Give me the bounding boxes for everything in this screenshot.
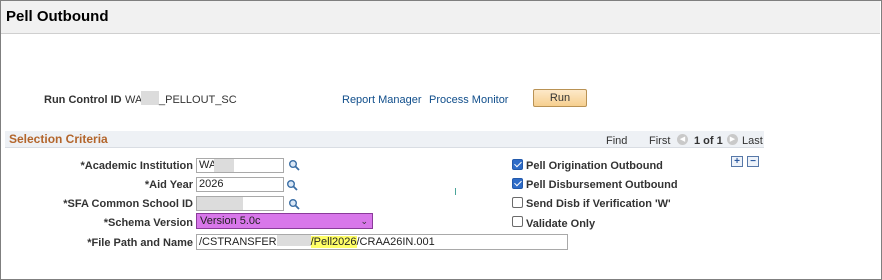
academic-institution-input[interactable]: WA [196,158,284,173]
chevron-left-icon[interactable]: ◀ [677,134,688,145]
section-title: Selection Criteria [9,132,108,146]
redacted-block [214,159,234,172]
aid-year-label: *Aid Year [144,179,193,191]
title-bar: Pell Outbound [1,1,880,34]
delete-row-button[interactable]: − [747,156,759,167]
run-control-label: Run Control ID [44,94,122,106]
redacted-block [276,235,311,246]
checkbox-validate-only[interactable] [512,216,523,227]
run-control-value-suffix: _PELLOUT_SC [159,94,237,106]
school-id-label: *SFA Common School ID [63,198,193,210]
file-path-input[interactable]: /CSTRANSFER/Pell2026/CRAA26IN.001 [196,234,568,250]
page-title: Pell Outbound [6,8,109,25]
search-icon[interactable] [288,159,300,171]
chevron-right-icon[interactable]: ▶ [727,134,738,145]
aid-year-value: 2026 [199,178,224,190]
checkbox-send-disb[interactable] [512,197,523,208]
aid-year-input[interactable]: 2026 [196,177,284,192]
checkbox-pell-disbursement[interactable] [512,178,523,189]
checkbox-validate-only-label: Validate Only [526,218,596,230]
process-monitor-link[interactable]: Process Monitor [429,94,508,106]
cursor-mark [455,188,456,195]
search-icon[interactable] [288,198,300,210]
pager-count: 1 of 1 [694,135,723,147]
schema-version-value: Version 5.0c [200,215,261,227]
redacted-block [141,91,159,105]
checkbox-pell-disbursement-label: Pell Disbursement Outbound [526,179,678,191]
search-icon[interactable] [286,179,298,191]
chevron-down-icon: ⌄ [360,216,368,226]
checkbox-pell-origination-label: Pell Origination Outbound [526,160,663,172]
redacted-block [197,197,243,210]
last-label[interactable]: Last [742,135,763,147]
file-path-year-highlight: /Pell2026 [310,236,357,248]
run-button[interactable]: Run [533,89,587,107]
first-label[interactable]: First [649,135,670,147]
file-path-part1: /CSTRANSFER [199,236,277,248]
file-path-label: *File Path and Name [87,237,193,249]
add-row-button[interactable]: + [731,156,743,167]
run-control-value-prefix: WA [125,94,143,106]
selection-criteria-header: Selection Criteria Find First ◀ 1 of 1 ▶… [5,131,764,148]
schema-version-label: *Schema Version [103,217,193,229]
schema-version-select[interactable]: Version 5.0c ⌄ [196,213,373,229]
academic-institution-label: *Academic Institution [80,160,193,172]
checkbox-pell-origination[interactable] [512,159,523,170]
find-link[interactable]: Find [606,135,627,147]
checkbox-send-disb-label: Send Disb if Verification 'W' [526,198,671,210]
file-path-part3: /CRAA26IN.001 [356,236,435,248]
report-manager-link[interactable]: Report Manager [342,94,422,106]
